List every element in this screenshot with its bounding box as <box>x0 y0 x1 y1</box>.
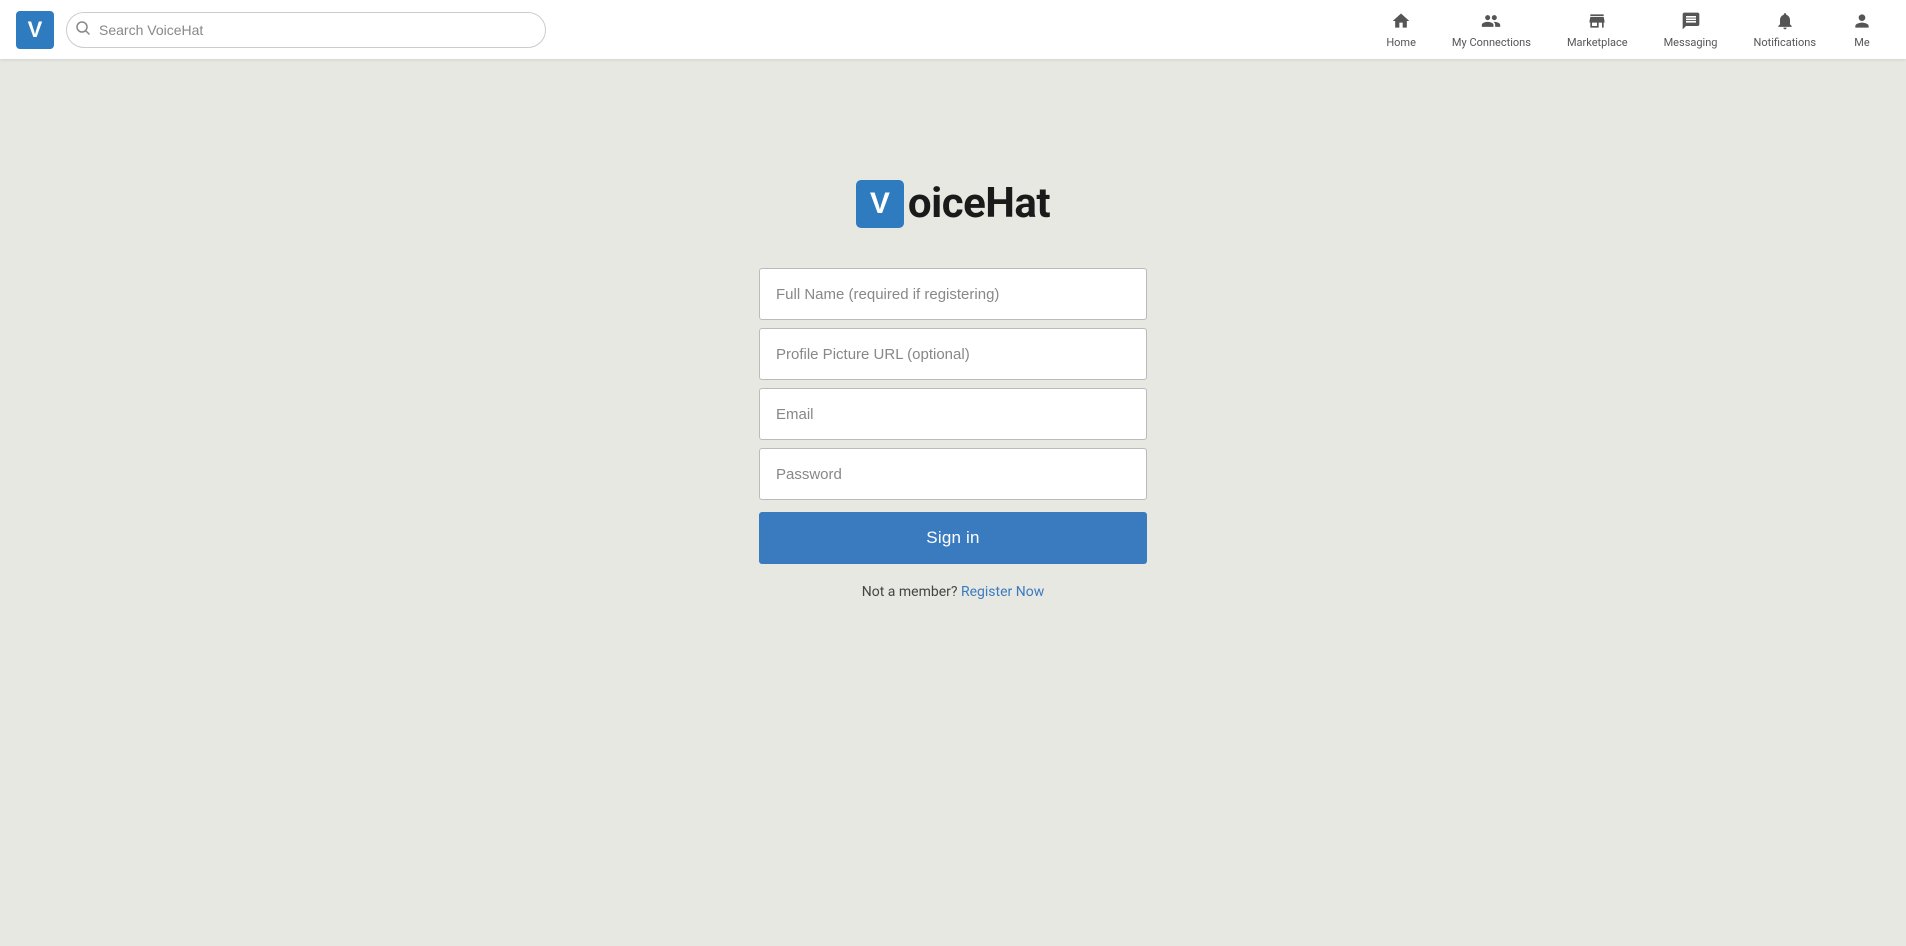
not-member-text: Not a member? <box>862 584 958 600</box>
me-icon <box>1852 11 1872 35</box>
register-now-link[interactable]: Register Now <box>961 584 1044 600</box>
nav-label-messaging: Messaging <box>1664 37 1718 48</box>
nav-item-marketplace[interactable]: Marketplace <box>1549 0 1646 59</box>
password-input[interactable] <box>759 448 1147 500</box>
header: V Home My <box>0 0 1906 59</box>
search-input[interactable] <box>66 12 546 48</box>
nav-item-me[interactable]: Me <box>1834 0 1890 59</box>
messaging-icon <box>1681 11 1701 35</box>
notifications-icon <box>1775 11 1795 35</box>
form-container: Sign in Not a member? Register Now <box>759 268 1147 600</box>
nav-label-notifications: Notifications <box>1753 37 1816 48</box>
search-container <box>66 12 546 48</box>
header-logo[interactable]: V <box>16 11 54 49</box>
signin-button[interactable]: Sign in <box>759 512 1147 564</box>
nav-label-marketplace: Marketplace <box>1567 37 1628 48</box>
email-input[interactable] <box>759 388 1147 440</box>
brand-logo-letter: V <box>870 187 890 221</box>
main-content: V oiceHat Sign in Not a member? Register… <box>0 59 1906 600</box>
nav-label-connections: My Connections <box>1452 37 1531 48</box>
nav-label-me: Me <box>1854 37 1869 48</box>
logo-icon: V <box>16 11 54 49</box>
marketplace-icon <box>1587 11 1607 35</box>
brand-name: oiceHat <box>908 179 1050 228</box>
full-name-input[interactable] <box>759 268 1147 320</box>
nav-label-home: Home <box>1386 37 1416 48</box>
nav-item-my-connections[interactable]: My Connections <box>1434 0 1549 59</box>
home-icon <box>1391 11 1411 35</box>
nav-item-notifications[interactable]: Notifications <box>1735 0 1834 59</box>
logo-letter: V <box>28 17 43 43</box>
main-nav: Home My Connections Marketplace <box>1368 0 1890 59</box>
brand-logo-icon: V <box>856 180 904 228</box>
register-prompt: Not a member? Register Now <box>759 584 1147 600</box>
connections-icon <box>1480 11 1502 35</box>
search-icon <box>76 21 90 39</box>
brand-title: V oiceHat <box>856 179 1050 228</box>
profile-picture-input[interactable] <box>759 328 1147 380</box>
nav-item-home[interactable]: Home <box>1368 0 1434 59</box>
nav-item-messaging[interactable]: Messaging <box>1646 0 1736 59</box>
